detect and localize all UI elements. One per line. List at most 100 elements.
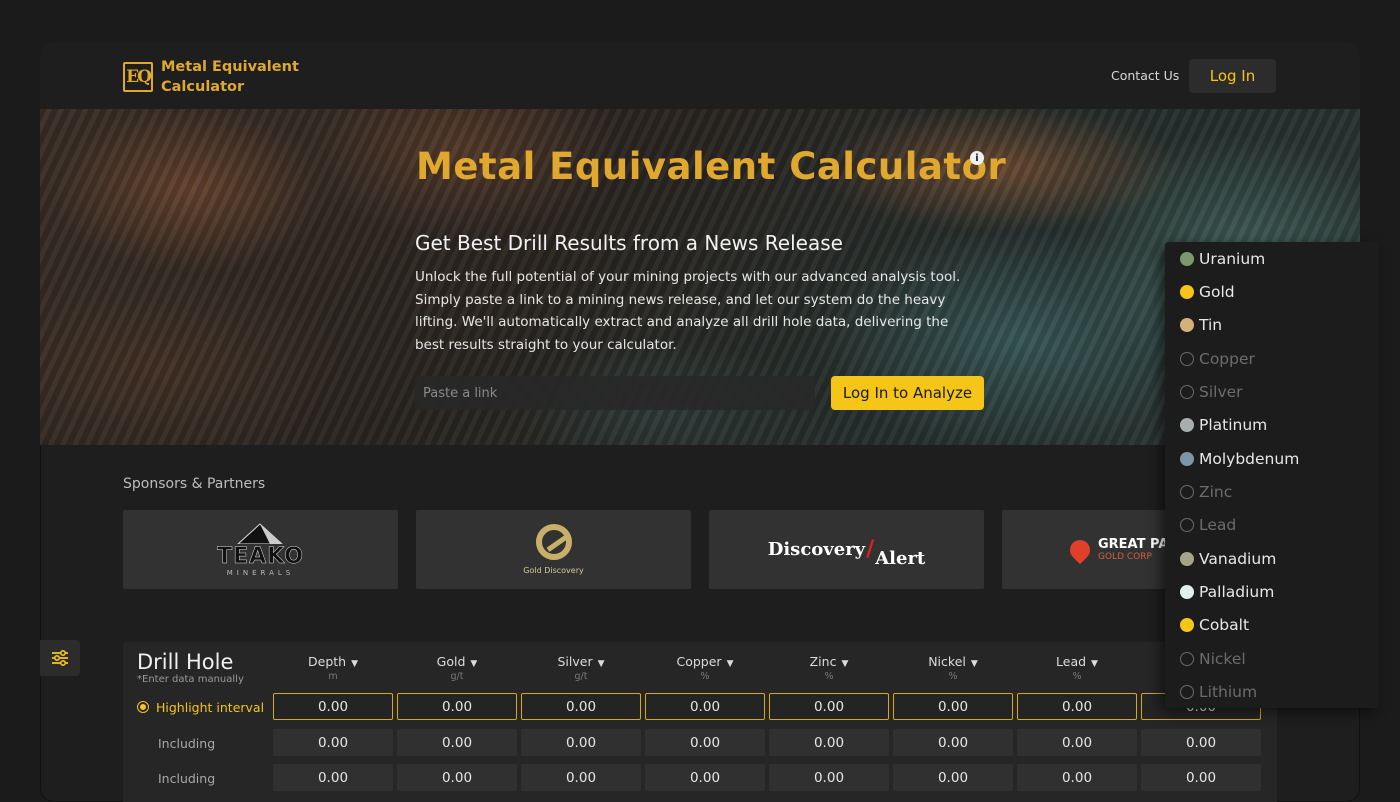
metal-name: Copper — [1199, 350, 1255, 368]
column-header-zinc[interactable]: Zinc ▼ % — [769, 654, 889, 682]
metal-option-gold[interactable]: Gold — [1180, 283, 1235, 301]
cell-input[interactable]: 0.00 — [893, 729, 1013, 756]
top-nav: EQ Metal Equivalent Calculator Contact U… — [40, 42, 1360, 109]
row-label-text: Highlight interval — [156, 700, 265, 715]
metal-name: Silver — [1199, 383, 1243, 401]
cell-input[interactable]: 0.00 — [273, 729, 393, 756]
cell-input[interactable]: 0.00 — [645, 764, 765, 791]
sponsors-label: Sponsors & Partners — [123, 476, 266, 492]
metal-option-zinc[interactable]: Zinc — [1180, 483, 1232, 501]
discovery-slash: / — [866, 537, 875, 562]
metal-name: Uranium — [1199, 250, 1266, 268]
hero-subtitle: Get Best Drill Results from a News Relea… — [415, 231, 843, 255]
column-header-silver[interactable]: Silver ▼ g/t — [521, 654, 641, 682]
metal-option-copper[interactable]: Copper — [1180, 350, 1255, 368]
cell-input[interactable]: 0.00 — [521, 764, 641, 791]
metal-option-nickel[interactable]: Nickel — [1180, 650, 1246, 668]
metal-name: Zinc — [1199, 483, 1233, 501]
metal-option-cobalt[interactable]: Cobalt — [1180, 616, 1249, 634]
analyze-button[interactable]: Log In to Analyze — [831, 376, 984, 410]
column-name: Zinc — [809, 654, 837, 669]
column-name: Gold — [436, 654, 466, 669]
metal-dot-icon — [1180, 485, 1194, 499]
cell-input[interactable]: 0.00 — [1141, 729, 1261, 756]
gold-discovery-icon — [535, 524, 572, 560]
metal-dot-icon — [1180, 285, 1194, 299]
metals-dropdown: Uranium Gold Tin Copper Silver Platinum … — [1165, 242, 1379, 708]
chevron-down-icon: ▼ — [1091, 659, 1098, 669]
metal-name: Platinum — [1199, 416, 1268, 434]
metal-name: Lithium — [1199, 683, 1258, 701]
row-label-highlight[interactable]: Highlight interval — [137, 700, 264, 715]
sponsor-discovery-alert[interactable]: Discovery / Alert — [709, 510, 984, 589]
cell-input[interactable]: 0.00 — [645, 693, 765, 720]
row-label-including: Including — [158, 736, 216, 751]
column-header-nickel[interactable]: Nickel ▼ % — [893, 654, 1013, 682]
cell-input[interactable]: 0.00 — [1017, 729, 1137, 756]
column-header-gold[interactable]: Gold ▼ g/t — [397, 654, 517, 682]
metal-dot-icon — [1180, 352, 1194, 366]
cell-input[interactable]: 0.00 — [397, 693, 517, 720]
metal-dot-icon — [1180, 452, 1194, 466]
eq-logo-icon: EQ — [123, 62, 153, 92]
cell-input[interactable]: 0.00 — [273, 764, 393, 791]
app-window: EQ Metal Equivalent Calculator Contact U… — [40, 42, 1360, 802]
sponsor-teako[interactable]: TEAKO MINERALS — [123, 510, 398, 589]
metal-option-lead[interactable]: Lead — [1180, 516, 1236, 534]
cell-input[interactable]: 0.00 — [645, 729, 765, 756]
column-header-depth[interactable]: Depth ▼ m — [273, 654, 393, 682]
gold-discovery-name: Gold Discovery — [523, 566, 584, 575]
metal-option-lithium[interactable]: Lithium — [1180, 683, 1257, 701]
metal-name: Palladium — [1199, 583, 1275, 601]
teako-name: TEAKO — [217, 544, 304, 570]
cell-input[interactable]: 0.00 — [893, 764, 1013, 791]
drill-hole-title: Drill Hole — [137, 650, 234, 674]
cell-input[interactable]: 0.00 — [397, 764, 517, 791]
flame-icon — [1065, 535, 1095, 564]
cell-input[interactable]: 0.00 — [769, 693, 889, 720]
column-name: Silver — [557, 654, 593, 669]
column-unit: g/t — [450, 671, 464, 682]
metal-name: Vanadium — [1199, 550, 1277, 568]
sliders-icon — [52, 650, 68, 666]
settings-toggle-button[interactable] — [40, 640, 80, 676]
metal-option-molybdenum[interactable]: Molybdenum — [1180, 450, 1299, 468]
metal-option-silver[interactable]: Silver — [1180, 383, 1243, 401]
metal-option-palladium[interactable]: Palladium — [1180, 583, 1274, 601]
contact-us-link[interactable]: Contact Us — [1111, 68, 1179, 83]
cell-input[interactable]: 0.00 — [397, 729, 517, 756]
cell-input[interactable]: 0.00 — [521, 729, 641, 756]
metal-dot-icon — [1180, 385, 1194, 399]
cell-input[interactable]: 0.00 — [273, 693, 393, 720]
chevron-down-icon: ▼ — [597, 659, 605, 669]
chevron-down-icon: ▼ — [726, 659, 734, 669]
login-button[interactable]: Log In — [1189, 59, 1276, 93]
cell-input[interactable]: 0.00 — [769, 729, 889, 756]
column-unit: % — [948, 671, 958, 682]
column-unit: % — [824, 671, 834, 682]
cell-input[interactable]: 0.00 — [893, 693, 1013, 720]
metal-option-platinum[interactable]: Platinum — [1180, 416, 1267, 434]
metal-option-uranium[interactable]: Uranium — [1180, 250, 1265, 268]
chevron-down-icon: ▼ — [970, 659, 978, 669]
metal-option-vanadium[interactable]: Vanadium — [1180, 550, 1276, 568]
cell-input[interactable]: 0.00 — [521, 693, 641, 720]
metal-option-tin[interactable]: Tin — [1180, 316, 1222, 334]
cell-input[interactable]: 0.00 — [1017, 764, 1137, 791]
cell-input[interactable]: 0.00 — [1017, 693, 1137, 720]
cell-input[interactable]: 0.00 — [769, 764, 889, 791]
logo[interactable]: EQ Metal Equivalent Calculator — [123, 57, 311, 97]
link-input[interactable] — [415, 376, 815, 410]
column-header-copper[interactable]: Copper ▼ % — [645, 654, 765, 682]
column-name: Nickel — [928, 654, 966, 669]
column-name: Copper — [676, 654, 722, 669]
chevron-down-icon: ▼ — [841, 659, 849, 669]
page-title: Metal Equivalent Calculator — [416, 145, 1007, 188]
metal-name: Tin — [1199, 316, 1223, 334]
metal-name: Gold — [1199, 283, 1235, 301]
column-header-lead[interactable]: Lead ▼ % — [1017, 654, 1137, 682]
sponsor-gold-discovery[interactable]: Gold Discovery — [416, 510, 691, 589]
cell-input[interactable]: 0.00 — [1141, 764, 1261, 791]
metal-dot-icon — [1180, 318, 1194, 332]
info-icon[interactable]: i — [970, 151, 984, 165]
